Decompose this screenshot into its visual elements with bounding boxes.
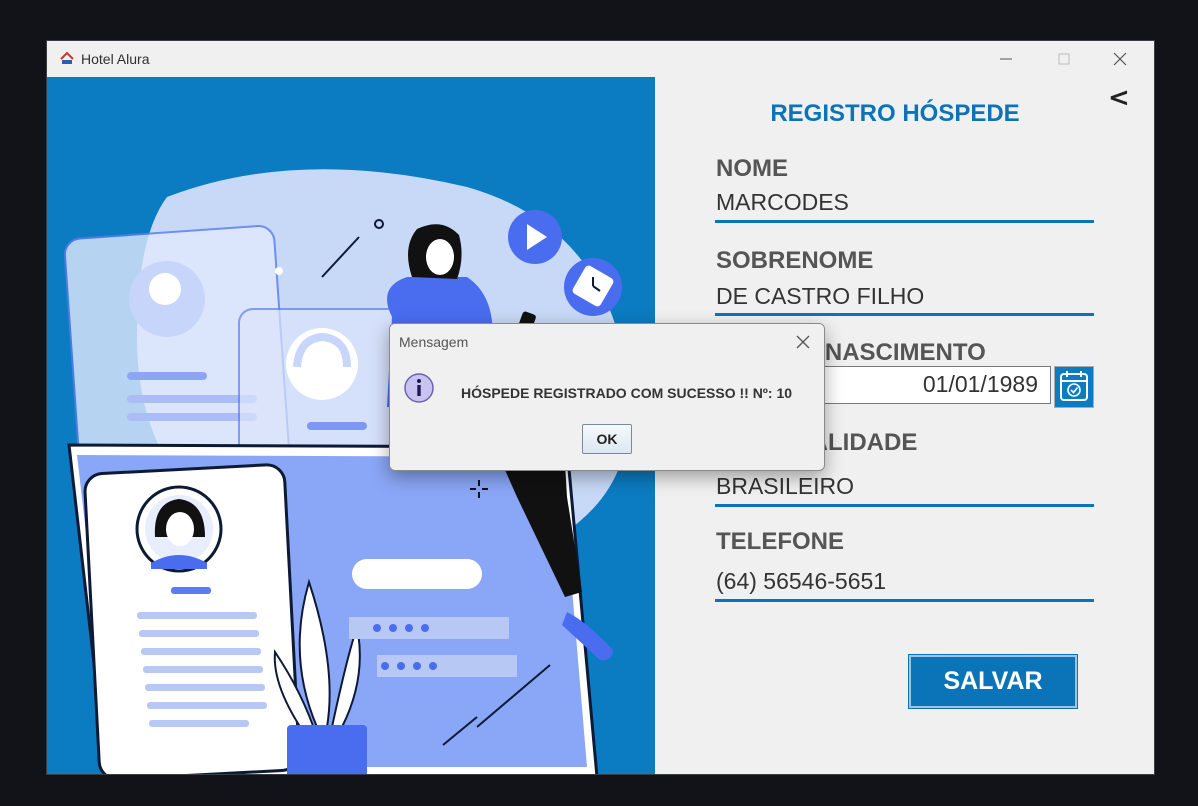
nacionalidade-select[interactable]: BRASILEIRO — [716, 473, 1094, 500]
dialog-title-bar: Mensagem — [390, 324, 824, 360]
nome-underline — [715, 220, 1094, 223]
ok-button[interactable]: OK — [582, 424, 632, 454]
hotel-logo-icon — [60, 51, 74, 64]
message-dialog: Mensagem HÓSPEDE REGISTRADO COM SUCESSO … — [389, 323, 825, 471]
calendar-button[interactable] — [1054, 366, 1094, 408]
title-bar: Hotel Alura — [47, 41, 1154, 77]
crosshair-cursor-icon — [470, 480, 488, 498]
minimize-button[interactable] — [984, 41, 1030, 77]
close-button[interactable] — [1098, 41, 1144, 77]
sobrenome-label: SOBRENOME — [716, 247, 874, 274]
calendar-icon — [1060, 371, 1088, 401]
close-icon — [1113, 52, 1127, 66]
maximize-icon — [1058, 53, 1070, 65]
telefone-input[interactable]: (64) 56546-5651 — [716, 568, 1094, 595]
telefone-underline — [715, 599, 1094, 602]
nome-label: NOME — [716, 155, 788, 182]
sobrenome-input[interactable]: DE CASTRO FILHO — [716, 283, 1094, 310]
save-button[interactable]: SALVAR — [908, 654, 1078, 709]
close-icon[interactable] — [794, 333, 812, 351]
sobrenome-underline — [715, 313, 1094, 316]
dialog-message: HÓSPEDE REGISTRADO COM SUCESSO !! Nº: 10 — [461, 385, 793, 401]
nome-input[interactable]: MARCODES — [716, 189, 1094, 216]
nacionalidade-underline — [715, 504, 1094, 507]
maximize-button[interactable] — [1042, 41, 1088, 77]
dialog-title: Mensagem — [399, 334, 469, 350]
info-icon — [404, 373, 434, 403]
form-title: REGISTRO HÓSPEDE — [770, 100, 1020, 127]
minimize-icon — [1000, 58, 1012, 60]
window-title: Hotel Alura — [81, 51, 150, 67]
telefone-label: TELEFONE — [716, 528, 845, 555]
